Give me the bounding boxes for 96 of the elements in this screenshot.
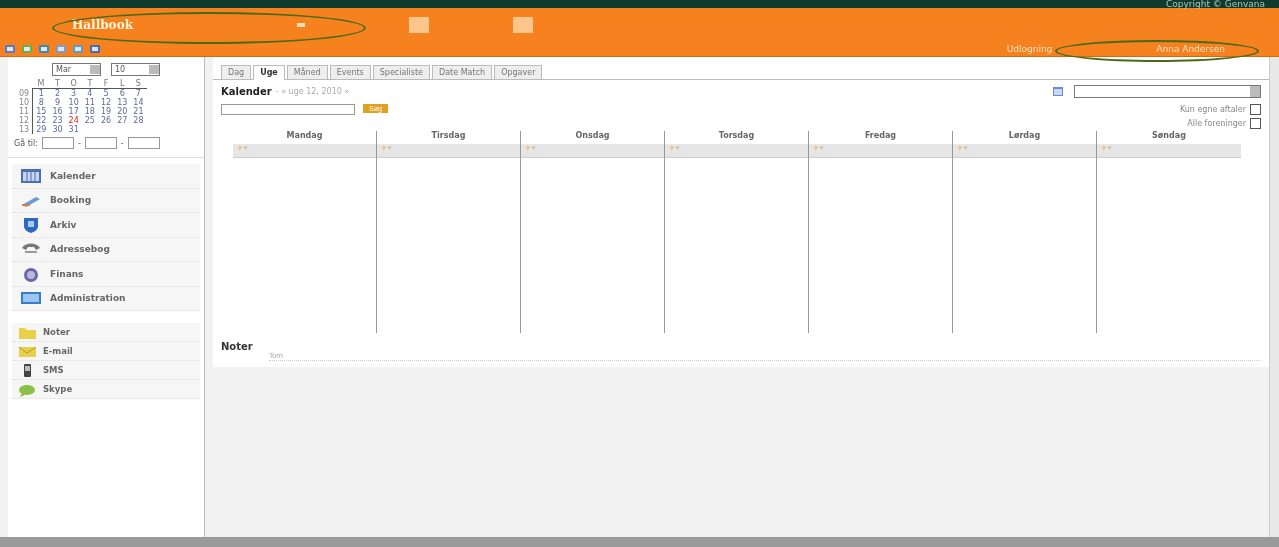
tab[interactable]: Date Match bbox=[432, 65, 493, 79]
nav-item[interactable]: Booking bbox=[12, 188, 200, 213]
nav-item[interactable]: Kalender bbox=[12, 164, 200, 189]
day-header: Søndag bbox=[1151, 131, 1187, 142]
tab[interactable]: Dag bbox=[221, 65, 252, 79]
day-header: Torsdag bbox=[717, 131, 756, 142]
weekday-header: S bbox=[130, 79, 147, 89]
search-field[interactable] bbox=[221, 104, 355, 115]
calendar-day[interactable]: 28 bbox=[130, 116, 147, 125]
tab-placeholder[interactable] bbox=[408, 17, 429, 33]
tool-item[interactable]: Skype bbox=[12, 380, 200, 399]
week-number: 10 bbox=[16, 98, 33, 107]
tool-item[interactable]: Noter bbox=[12, 323, 200, 342]
calendar-day[interactable]: 3 bbox=[65, 88, 82, 98]
copyright-text: Copyright © Genvana bbox=[1166, 0, 1266, 8]
week-number: 11 bbox=[16, 107, 33, 116]
checkbox[interactable] bbox=[1250, 104, 1261, 115]
toolbar-icon[interactable] bbox=[38, 44, 50, 54]
calendar-day[interactable]: 21 bbox=[130, 107, 147, 116]
week-number: 13 bbox=[16, 125, 33, 134]
week-number: 09 bbox=[16, 88, 33, 98]
calendar-day[interactable]: 17 bbox=[65, 107, 82, 116]
calendar-icon bbox=[1052, 85, 1064, 97]
calendar-day[interactable]: 16 bbox=[49, 107, 66, 116]
calendar-day[interactable]: 22 bbox=[32, 116, 50, 125]
nav-item[interactable]: Administration bbox=[12, 286, 200, 311]
toolbar-icon[interactable] bbox=[4, 44, 16, 54]
calendar-day[interactable]: 9 bbox=[49, 98, 66, 107]
calendar-day[interactable]: 13 bbox=[114, 98, 131, 107]
tool-item[interactable]: E-mail bbox=[12, 342, 200, 361]
calendar-day[interactable]: 27 bbox=[114, 116, 131, 125]
calendar-day[interactable]: 18 bbox=[81, 107, 98, 116]
calendar-day[interactable]: 12 bbox=[97, 98, 115, 107]
calendar-day[interactable]: 29 bbox=[32, 125, 50, 134]
calendar-day[interactable]: 8 bbox=[32, 98, 50, 107]
calendar-day[interactable]: 14 bbox=[130, 98, 147, 107]
toolbar-icon[interactable] bbox=[89, 44, 101, 54]
calendar-day[interactable]: 26 bbox=[97, 116, 115, 125]
tab[interactable]: Uge bbox=[253, 65, 285, 80]
filter-select[interactable] bbox=[1074, 84, 1261, 98]
weekday-header: F bbox=[97, 79, 115, 89]
calendar-day[interactable]: 25 bbox=[81, 116, 98, 125]
weekday-header: M bbox=[32, 79, 50, 89]
weekday-header: T bbox=[81, 79, 98, 89]
calendar-day[interactable]: 1 bbox=[32, 88, 50, 98]
filter-label: Kun egne aftaler bbox=[1179, 105, 1246, 114]
day-field[interactable] bbox=[41, 137, 74, 149]
year-select[interactable]: 10 bbox=[111, 63, 160, 76]
month-select[interactable]: Mar bbox=[52, 63, 101, 76]
calendar-icon bbox=[20, 166, 42, 185]
month-field[interactable] bbox=[84, 137, 117, 149]
day-header: Onsdag bbox=[574, 131, 611, 142]
nav-item[interactable]: Adressebog bbox=[12, 237, 200, 262]
day-header: Mandag bbox=[285, 131, 324, 142]
calendar-day[interactable]: 6 bbox=[114, 88, 131, 98]
calendar-day[interactable]: 19 bbox=[97, 107, 115, 116]
week-number: 12 bbox=[16, 116, 33, 125]
day-header: Lørdag bbox=[1007, 131, 1042, 142]
calendar-day[interactable]: 10 bbox=[65, 98, 82, 107]
calendar-day[interactable]: 30 bbox=[49, 125, 66, 134]
weekday-header: T bbox=[49, 79, 66, 89]
calendar-day[interactable]: 23 bbox=[49, 116, 66, 125]
toolbar-icon[interactable] bbox=[21, 44, 33, 54]
calendar-day[interactable]: 31 bbox=[65, 125, 82, 134]
calendar-day[interactable]: 2 bbox=[49, 88, 66, 98]
caret-icon[interactable] bbox=[296, 23, 305, 27]
tool-item[interactable]: SMS bbox=[12, 361, 200, 380]
calendar-title: Kalender bbox=[221, 85, 272, 97]
calendar-day[interactable]: 4 bbox=[81, 88, 98, 98]
date-separator: - bbox=[77, 138, 81, 148]
tab-placeholder[interactable] bbox=[512, 17, 533, 33]
tab[interactable]: Måned bbox=[286, 65, 328, 79]
checkbox[interactable] bbox=[1250, 118, 1261, 129]
filter-label: Alle foreninger bbox=[1187, 119, 1246, 128]
year-field[interactable] bbox=[127, 137, 160, 149]
toolbar-icon[interactable] bbox=[55, 44, 67, 54]
notes-title: Noter bbox=[221, 341, 254, 352]
calendar-day[interactable]: 7 bbox=[130, 88, 147, 98]
nav-item[interactable]: Arkiv bbox=[12, 213, 200, 238]
weekday-header: L bbox=[114, 79, 131, 89]
app-title: Hallbook bbox=[71, 17, 135, 34]
goto-label: Gå til: bbox=[14, 138, 38, 148]
tab[interactable]: Events bbox=[329, 65, 371, 79]
tab[interactable]: Specialiste bbox=[372, 65, 431, 79]
day-header: Tirsdag bbox=[430, 131, 467, 142]
day-header: Fredag bbox=[863, 131, 898, 142]
tab[interactable]: Opgaver bbox=[494, 65, 543, 79]
toolbar-icon[interactable] bbox=[72, 44, 84, 54]
date-separator: - bbox=[120, 138, 124, 148]
calendar-day[interactable]: 5 bbox=[97, 88, 115, 98]
calendar-day[interactable]: 11 bbox=[81, 98, 98, 107]
calendar-day[interactable]: 20 bbox=[114, 107, 131, 116]
calendar-day[interactable]: 15 bbox=[32, 107, 50, 116]
weekday-header: O bbox=[65, 79, 82, 89]
nav-item[interactable]: Finans bbox=[12, 262, 200, 287]
calendar-day[interactable]: 24 bbox=[65, 116, 82, 125]
